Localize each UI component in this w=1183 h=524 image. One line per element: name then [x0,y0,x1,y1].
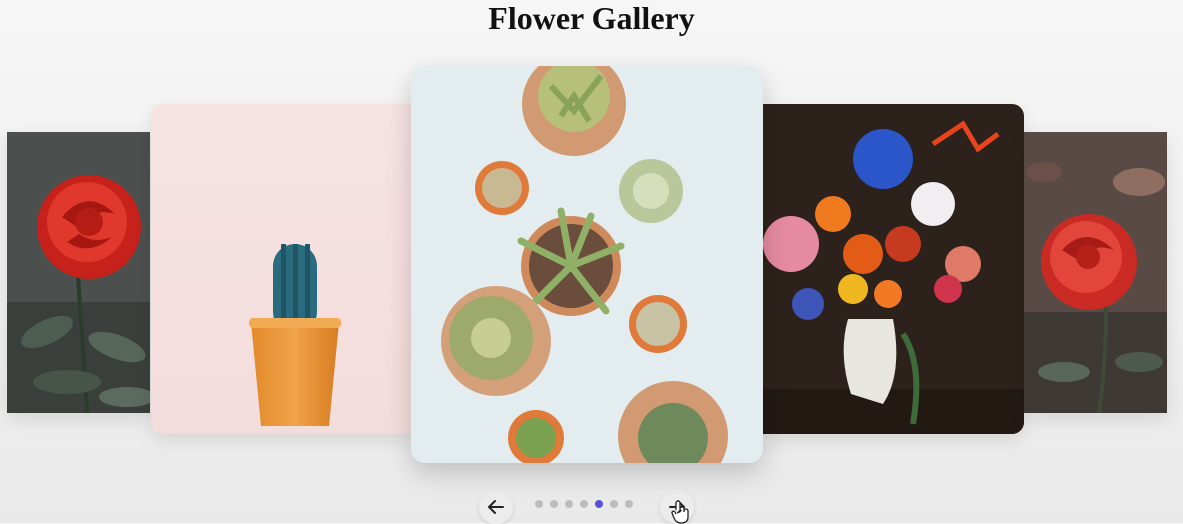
hand-cursor-icon [671,500,689,524]
prev-slide-button[interactable] [479,490,513,524]
cactus-image [151,104,413,434]
gallery-slide-red-rose-right[interactable] [1024,132,1167,413]
pagination-dot[interactable] [625,500,633,508]
gallery-slide-red-rose-left[interactable] [7,132,150,413]
succulents-image [411,66,763,463]
pagination-dot[interactable] [610,500,618,508]
rose-image-right [1024,132,1167,413]
page-title: Flower Gallery [488,0,695,36]
pagination-dots [535,498,633,510]
pagination-dot[interactable] [565,500,573,508]
pagination-dot[interactable] [535,500,543,508]
rose-image [7,132,150,413]
gallery-slide-cactus[interactable] [151,104,413,434]
gallery-slide-bouquet[interactable] [763,104,1024,434]
pagination-dot[interactable] [550,500,558,508]
bouquet-image [763,104,1024,434]
pagination-dot[interactable] [595,500,603,508]
pagination-dot[interactable] [580,500,588,508]
gallery-slide-succulents[interactable] [411,66,763,463]
arrow-left-icon [488,500,504,514]
